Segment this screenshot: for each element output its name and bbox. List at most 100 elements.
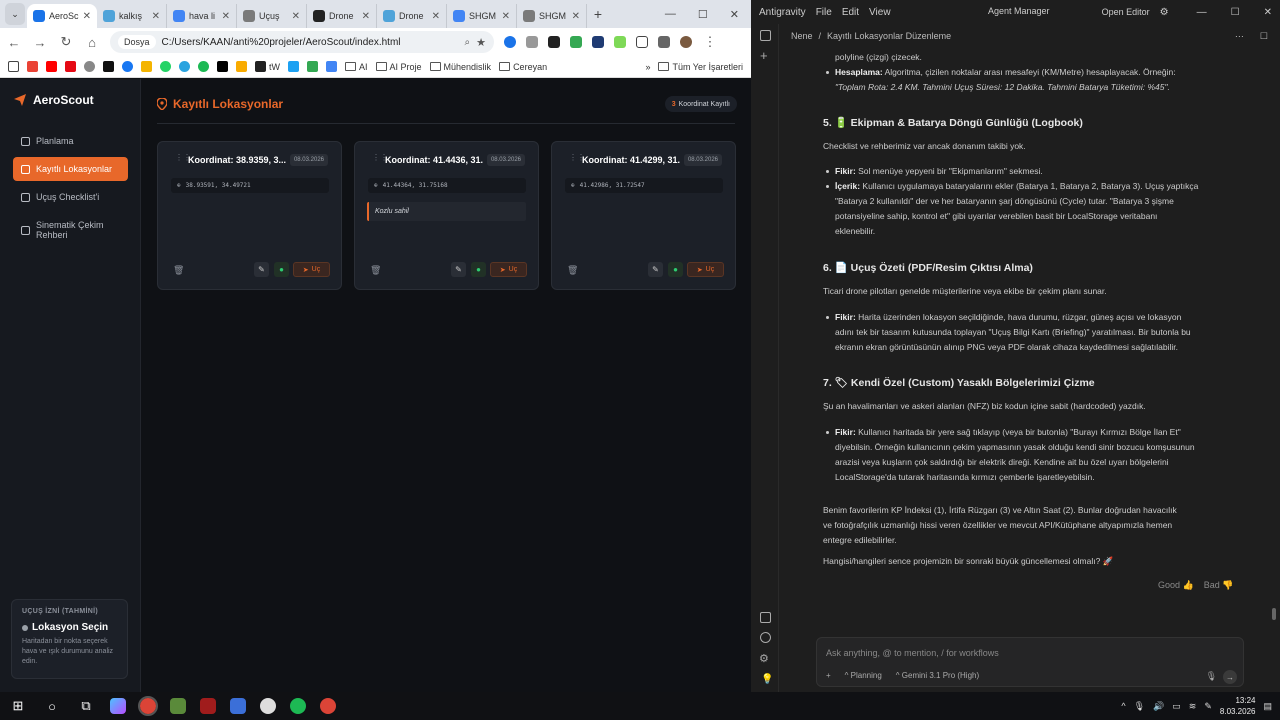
fly-button[interactable]: ➤ Uç [687, 262, 724, 277]
clock[interactable]: 13:24 8.03.2026 [1220, 695, 1256, 717]
breadcrumb-root[interactable]: Nene [791, 31, 813, 41]
reload-icon[interactable]: ↻ [58, 34, 74, 50]
tab-close-icon[interactable]: ✕ [152, 11, 160, 22]
location-card[interactable]: ⋮⋮ Koordinat: 41.4299, 31... 08.03.2026 ⊕ 41… [551, 141, 736, 290]
add-context-icon[interactable]: + [826, 671, 831, 680]
tab-close-icon[interactable]: ✕ [572, 11, 580, 22]
maximize-icon[interactable]: ☐ [698, 8, 708, 21]
browser-tab[interactable]: Drone ✕ [307, 4, 377, 28]
telegram-icon[interactable] [179, 61, 190, 72]
bookmark-icon[interactable] [288, 61, 299, 72]
chrome-icon[interactable] [320, 698, 336, 714]
bookmark-folder-cereyan[interactable]: Cereyan [499, 62, 547, 72]
menu-antigravity[interactable]: Antigravity [759, 7, 806, 18]
all-bookmarks[interactable]: Tüm Yer İşaretleri [658, 62, 743, 72]
app-icon[interactable] [200, 698, 216, 714]
trash-icon[interactable]: 🗑 [173, 265, 184, 275]
steam-icon[interactable] [260, 698, 276, 714]
whatsapp-icon[interactable] [160, 61, 171, 72]
browser-tab[interactable]: Drone ✕ [377, 4, 447, 28]
agent-manager[interactable]: Agent Manager [988, 6, 1050, 16]
youtube-icon[interactable] [46, 61, 57, 72]
extension-icon[interactable] [548, 36, 560, 48]
drive-icon[interactable] [307, 61, 318, 72]
tab-close-icon[interactable]: ✕ [432, 11, 440, 22]
tab-close-icon[interactable]: ✕ [502, 11, 510, 22]
location-card[interactable]: ⋮⋮ Koordinat: 38.9359, 3... 08.03.2026 ⊕ 38.… [157, 141, 342, 290]
mode-selector[interactable]: ^ Planning [845, 671, 882, 680]
location-card[interactable]: ⋮⋮ Koordinat: 41.4436, 31... 08.03.2026 ⊕ 41… [354, 141, 539, 290]
drag-handle-icon[interactable]: ⋮⋮ [175, 154, 191, 165]
notification-icon[interactable]: ▤ [1263, 701, 1272, 712]
settings-gear-icon[interactable]: ⚙ [1160, 7, 1169, 18]
apps-icon[interactable] [8, 61, 19, 72]
close-window-icon[interactable]: ✕ [730, 8, 739, 21]
drag-handle-icon[interactable]: ⋮⋮ [372, 154, 388, 165]
book-icon[interactable] [760, 612, 771, 623]
bookmark-icon[interactable] [84, 61, 95, 72]
nav-ucus-checklist[interactable]: Uçuş Checklist'i [13, 185, 128, 209]
tab-close-icon[interactable]: ✕ [222, 11, 230, 22]
back-icon[interactable]: ← [6, 35, 22, 50]
tab-search-button[interactable]: ⌄ [5, 3, 25, 25]
trash-icon[interactable]: 🗑 [567, 265, 578, 275]
extension-icon[interactable] [570, 36, 582, 48]
bookmark-icon[interactable] [236, 61, 247, 72]
bookmark-icon[interactable] [122, 61, 133, 72]
chrome-icon[interactable] [138, 696, 158, 716]
model-selector[interactable]: ^ Gemini 3.1 Pro (High) [896, 671, 979, 680]
close-window-icon[interactable]: ✕ [1264, 7, 1272, 18]
menu-view[interactable]: View [869, 7, 891, 18]
fly-button[interactable]: ➤ Uç [293, 262, 330, 277]
minimize-icon[interactable]: — [665, 8, 676, 21]
trash-icon[interactable]: 🗑 [370, 265, 381, 275]
bookmark-tw[interactable]: tW [255, 61, 280, 72]
tab-close-icon[interactable]: ✕ [83, 11, 91, 22]
nav-kayitli-lokasyonlar[interactable]: Kayıtlı Lokasyonlar [13, 157, 128, 181]
brand[interactable]: AeroScout [13, 93, 94, 107]
browser-tab[interactable]: Uçuş ✕ [237, 4, 307, 28]
globe-icon[interactable] [760, 632, 771, 643]
browser-tab[interactable]: SHGM ✕ [517, 4, 587, 28]
bookmark-folder-muhendislik[interactable]: Mühendislik [429, 62, 491, 72]
microphone-icon[interactable]: 🎙 [1134, 701, 1145, 712]
fly-button[interactable]: ➤ Uç [490, 262, 527, 277]
netflix-icon[interactable] [65, 61, 76, 72]
browser-tab[interactable]: hava li ✕ [167, 4, 237, 28]
drag-handle-icon[interactable]: ⋮⋮ [569, 154, 585, 165]
windows-start-icon[interactable]: ⊞ [8, 696, 28, 716]
open-editor-button[interactable]: Open Editor [1102, 7, 1150, 17]
menu-edit[interactable]: Edit [842, 7, 859, 18]
nav-planlama[interactable]: Planlama [13, 129, 128, 153]
bookmark-icon[interactable] [141, 61, 152, 72]
more-icon[interactable]: ⋯ [1235, 31, 1244, 42]
address-bar[interactable]: Dosya C:/Users/KAAN/anti%20projeler/Aero… [110, 31, 494, 53]
network-icon[interactable]: ≋ [1189, 701, 1197, 712]
add-icon[interactable]: + [760, 48, 768, 63]
edit-button[interactable]: ✎ [648, 262, 663, 277]
extension-icon[interactable] [614, 36, 626, 48]
app-icon[interactable] [170, 698, 186, 714]
chat-input[interactable]: Ask anything, @ to mention, / for workfl… [816, 637, 1244, 687]
monitor-icon[interactable]: ▭ [1172, 701, 1181, 712]
volume-icon[interactable]: 🔊 [1153, 701, 1164, 712]
edit-button[interactable]: ✎ [254, 262, 269, 277]
x-icon[interactable] [217, 61, 228, 72]
settings-icon[interactable]: ⚙ [759, 652, 769, 665]
bookmark-folder-ai[interactable]: AI [345, 62, 368, 72]
browser-tab[interactable]: SHGM ✕ [447, 4, 517, 28]
bad-button[interactable]: Bad 👎 [1204, 580, 1234, 591]
bookmark-icon[interactable] [103, 61, 114, 72]
chevron-up-icon[interactable]: ^ [1121, 701, 1125, 711]
forward-icon[interactable]: → [32, 35, 48, 50]
zoom-icon[interactable]: ⌕ [465, 37, 471, 48]
sidebar-toggle-icon[interactable] [760, 30, 771, 41]
minimize-icon[interactable]: — [1197, 7, 1207, 18]
panel-icon[interactable]: ☐ [1260, 31, 1268, 42]
tab-close-icon[interactable]: ✕ [292, 11, 300, 22]
search-icon[interactable]: ○ [42, 696, 62, 716]
extension-icon[interactable] [592, 36, 604, 48]
menu-file[interactable]: File [816, 7, 832, 18]
pen-icon[interactable]: ✎ [1204, 701, 1212, 712]
good-button[interactable]: Good 👍 [1158, 580, 1194, 591]
